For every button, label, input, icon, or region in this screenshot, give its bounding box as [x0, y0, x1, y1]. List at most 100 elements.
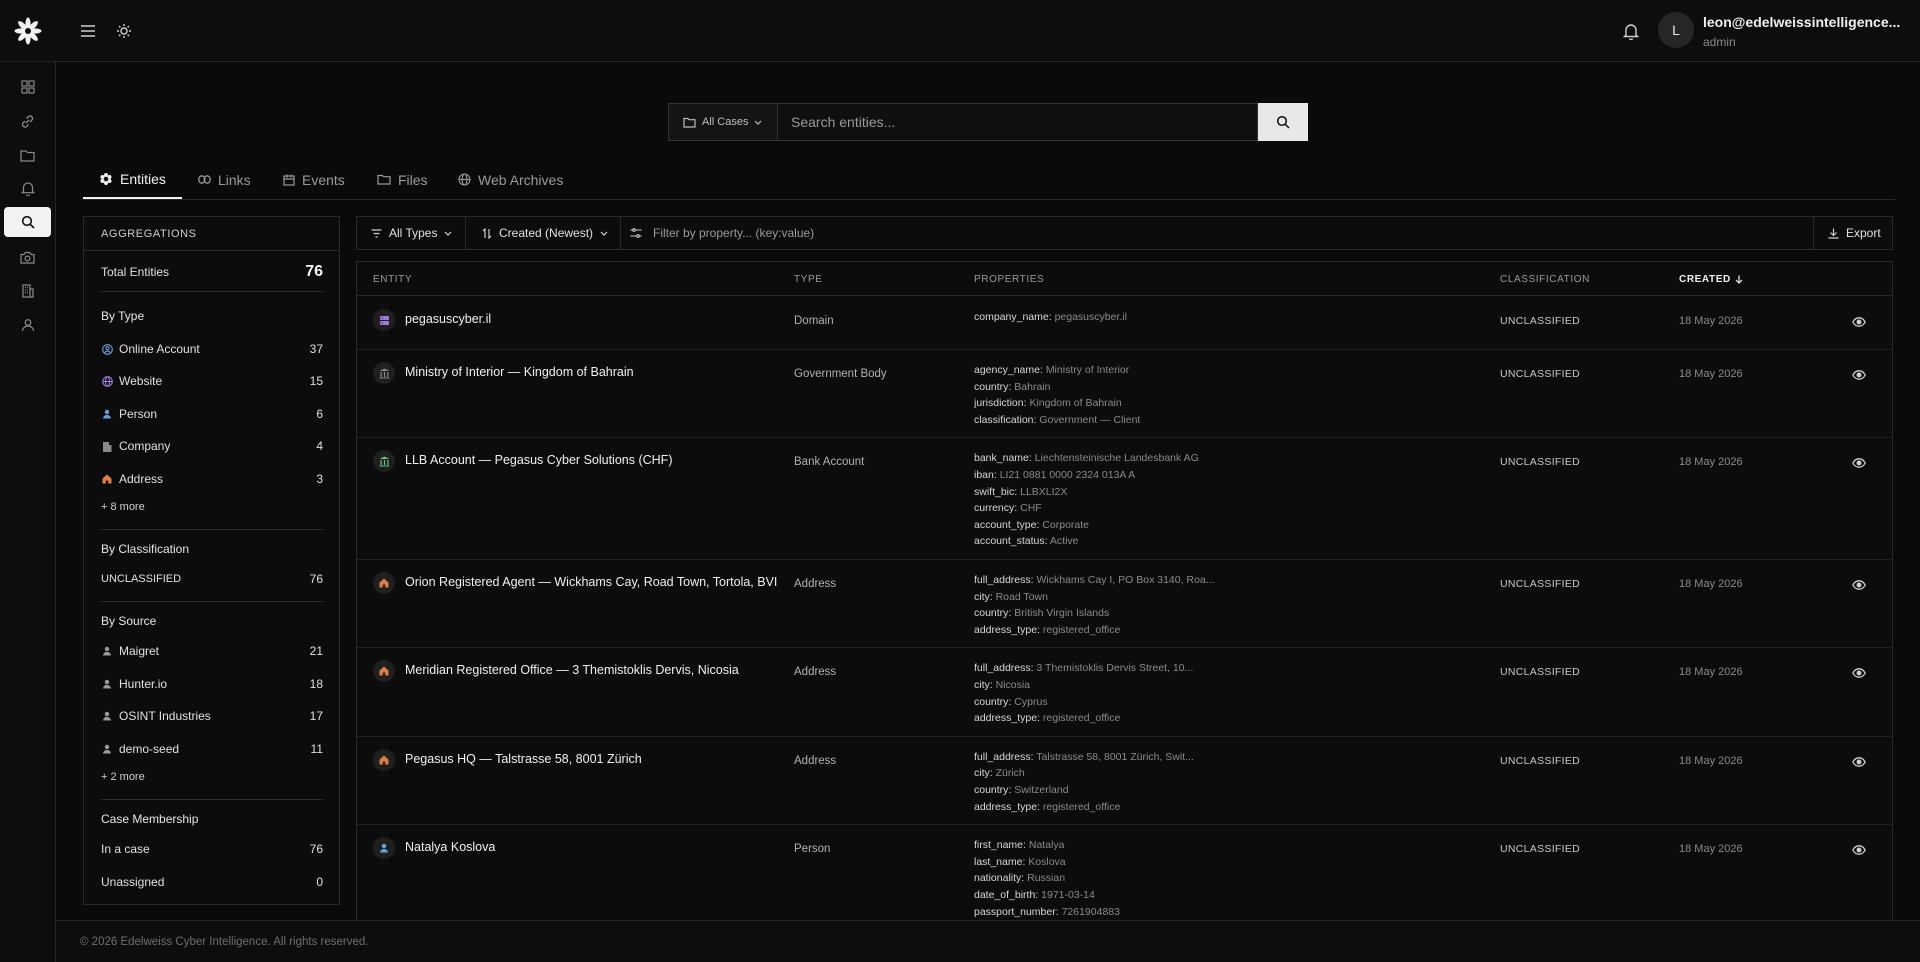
export-button[interactable]: Export — [1828, 217, 1881, 249]
notifications-bell-icon[interactable] — [1620, 20, 1642, 42]
theme-toggle-sun-icon[interactable] — [113, 20, 135, 42]
table-row[interactable]: Meridian Registered Office — 3 Themistok… — [357, 648, 1892, 737]
search-button[interactable] — [1258, 103, 1308, 141]
by-source-item-maigret[interactable]: Maigret 21 — [101, 644, 323, 658]
entity-properties: company_name: pegasuscyber.il — [974, 309, 1234, 326]
source-count: 11 — [310, 742, 323, 756]
nav-cases-folder-icon[interactable] — [4, 140, 51, 170]
tab-links[interactable]: Links — [182, 160, 267, 199]
column-header-created[interactable]: CREATED — [1679, 262, 1743, 296]
tab-events[interactable]: Events — [267, 160, 361, 199]
classification-badge: UNCLASSIFIED — [1500, 456, 1581, 469]
type-count: 15 — [309, 374, 323, 388]
user-email[interactable]: leon@edelweissintelligence... — [1703, 14, 1913, 30]
table-row[interactable]: Ministry of Interior — Kingdom of Bahrai… — [357, 350, 1892, 439]
entity-name[interactable]: Pegasus HQ — Talstrasse 58, 8001 Zürich — [405, 752, 642, 766]
tab-entities[interactable]: Entities — [83, 160, 182, 199]
by-type-item-address[interactable]: Address 3 — [101, 472, 323, 486]
by-type-more-link[interactable]: + 8 more — [101, 501, 145, 513]
entity-name[interactable]: LLB Account — Pegasus Cyber Solutions (C… — [405, 453, 672, 467]
property-item: currency: CHF — [974, 502, 1042, 515]
column-header-type[interactable]: TYPE — [794, 262, 823, 296]
property-key: agency_name — [974, 364, 1040, 376]
by-source-item-osint-industries[interactable]: OSINT Industries 17 — [101, 709, 323, 723]
view-eye-icon[interactable] — [1851, 578, 1867, 592]
nav-search-icon[interactable] — [4, 207, 51, 237]
tab-web-archives[interactable]: Web Archives — [442, 160, 579, 199]
divider — [465, 217, 466, 249]
entity-name[interactable]: pegasuscyber.il — [405, 312, 491, 326]
property-value: Government — Client — [1039, 413, 1141, 426]
property-value: Koslova — [1028, 855, 1066, 868]
table-row[interactable]: Natalya Koslova Person first_name: Natalya… — [357, 825, 1892, 920]
property-filter-input[interactable] — [653, 218, 1753, 248]
column-header-classification[interactable]: CLASSIFICATION — [1500, 262, 1590, 296]
property-item: company_name: pegasuscyber.il — [974, 311, 1127, 323]
nav-camera-icon[interactable] — [4, 242, 51, 272]
entity-name[interactable]: Meridian Registered Office — 3 Themistok… — [405, 663, 739, 677]
by-type-item-website[interactable]: Website 15 — [101, 374, 323, 388]
property-item: address_type: registered_office — [974, 712, 1121, 725]
nav-links-icon[interactable] — [4, 106, 51, 136]
property-key: address_type — [974, 623, 1038, 636]
property-key: city — [974, 590, 990, 603]
edelweiss-logo-icon[interactable] — [12, 16, 44, 46]
person-icon — [101, 408, 113, 420]
by-classification-title: By Classification — [101, 542, 190, 556]
nav-organizations-building-icon[interactable] — [4, 276, 51, 306]
by-source-item-hunter[interactable]: Hunter.io 18 — [101, 677, 323, 691]
membership-item-in-case[interactable]: In a case 76 — [101, 842, 323, 856]
by-source-item-demo-seed[interactable]: demo-seed 11 — [101, 742, 323, 756]
membership-count: 0 — [316, 875, 323, 889]
property-item: first_name: Natalya — [974, 839, 1065, 852]
view-eye-icon[interactable] — [1851, 755, 1867, 769]
case-filter-select[interactable]: All Cases — [668, 103, 778, 141]
view-tabs: Entities Links Events Files Web Archives — [83, 160, 1895, 200]
by-source-more-link[interactable]: + 2 more — [101, 771, 145, 783]
entity-name[interactable]: Natalya Koslova — [405, 840, 495, 854]
classification-badge: UNCLASSIFIED — [1500, 368, 1581, 380]
view-eye-icon[interactable] — [1851, 843, 1867, 857]
total-entities-label: Total Entities — [101, 265, 170, 279]
tab-files[interactable]: Files — [361, 160, 444, 199]
type-filter-dropdown[interactable]: All Types — [371, 217, 452, 249]
view-eye-icon[interactable] — [1851, 456, 1867, 470]
column-header-entity[interactable]: ENTITY — [373, 262, 412, 296]
person-icon — [373, 837, 395, 860]
by-type-item-person[interactable]: Person 6 — [101, 407, 323, 421]
nav-dashboard-grid-icon[interactable] — [4, 72, 51, 102]
property-value: Kingdom of Bahrain — [1029, 397, 1122, 410]
person-icon — [101, 710, 113, 722]
divider — [101, 601, 323, 602]
by-classification-item[interactable]: UNCLASSIFIED 76 — [101, 572, 323, 586]
menu-icon[interactable] — [77, 20, 99, 42]
top-bar: L leon@edelweissintelligence... admin — [0, 0, 1920, 62]
by-type-item-company[interactable]: Company 4 — [101, 439, 323, 453]
property-key: jurisdiction — [974, 397, 1024, 410]
property-key: classification — [974, 413, 1034, 426]
sort-dropdown[interactable]: Created (Newest) — [482, 217, 608, 249]
entity-type: Person — [794, 843, 831, 856]
entity-name[interactable]: Ministry of Interior — Kingdom of Bahrai… — [405, 365, 634, 379]
divider — [101, 291, 323, 292]
table-row[interactable]: Orion Registered Agent — Wickhams Cay, R… — [357, 560, 1892, 649]
view-eye-icon[interactable] — [1851, 666, 1867, 680]
table-row[interactable]: pegasuscyber.il Domain company_name: pegas… — [357, 297, 1892, 350]
view-eye-icon[interactable] — [1851, 368, 1867, 382]
table-row[interactable]: Pegasus HQ — Talstrasse 58, 8001 Zürich A… — [357, 737, 1892, 826]
view-eye-icon[interactable] — [1851, 315, 1867, 329]
nav-alerts-bell-icon[interactable] — [4, 173, 51, 203]
asterisk-icon — [99, 172, 113, 186]
sort-arrows-icon — [482, 227, 492, 239]
user-avatar[interactable]: L — [1658, 12, 1694, 48]
link-icon — [198, 175, 211, 184]
by-type-item-online-account[interactable]: Online Account 37 — [101, 342, 323, 356]
nav-users-person-icon[interactable] — [4, 310, 51, 340]
property-key: city — [974, 678, 990, 691]
entity-name[interactable]: Orion Registered Agent — Wickhams Cay, R… — [405, 575, 777, 589]
column-header-properties[interactable]: PROPERTIES — [974, 262, 1044, 296]
table-row[interactable]: LLB Account — Pegasus Cyber Solutions (C… — [357, 438, 1892, 560]
entity-search-input[interactable] — [777, 103, 1258, 141]
property-item: country: Switzerland — [974, 783, 1069, 796]
membership-item-unassigned[interactable]: Unassigned 0 — [101, 875, 323, 889]
